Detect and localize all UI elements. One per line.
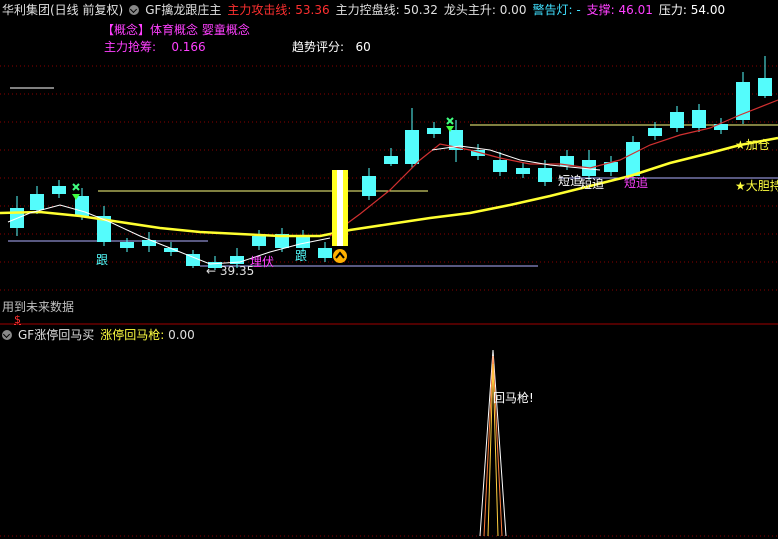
fund-line: 主力抢筹: 0.166 [104,40,206,54]
candle-body [120,242,134,248]
main-header: 华利集团(日线 前复权) GF擒龙跟庄主 主力攻击线: 53.36 主力控盘线:… [2,1,725,18]
concept-line: 【概念】体育概念 婴童概念 [102,21,250,38]
header-item: 支撑: 46.01 [586,3,653,17]
low-price-label: ← 39.35 [206,264,255,278]
dollar-marker[interactable]: $ [14,313,21,326]
header-item: 压力: 54.00 [658,3,726,17]
header-item: 主力控盘线: 50.32 [335,3,438,17]
sub-line-item: 涨停回马枪: 0.00 [100,328,195,342]
candle-body [427,128,441,134]
signal-dadan: ★大胆持 [735,179,778,193]
future-data-note: 用到未来数据 [2,300,75,314]
candle-body [52,186,66,194]
candle-body [252,236,266,246]
header-item: 龙头主升: 0.00 [443,3,527,17]
signal-gen-2: 跟 [295,249,308,263]
candle-body [626,142,640,176]
signal-jiacang: ★加仓 [735,138,770,152]
indicator-name[interactable]: GF擒龙跟庄主 [145,1,221,18]
candle-body [186,254,200,266]
chart-canvas [0,56,778,537]
candle-body [648,128,662,136]
candlesticks [10,56,772,270]
signal-duanzhui-3: 短追 [624,176,649,190]
signal-maifu: 埋伏 [250,255,275,269]
candle-body [384,156,398,164]
header-item: 警告灯: - [532,3,581,17]
sub-header: GF涨停回马买 涨停回马枪: 0.00 [2,326,195,343]
up-arrow-icon [333,249,347,263]
ma-yellow-line [0,136,778,238]
trend-line: 趋势评分: 60 [292,40,371,54]
indicator-dropdown-icon[interactable] [129,4,140,15]
candle-body [405,130,419,164]
candle-body [758,78,772,96]
signal-gen-1: 跟 [96,253,109,267]
peak-label: 回马枪! [493,391,534,405]
candle-body [362,176,376,196]
buy-marker-icon [72,117,454,191]
header-item: 主力攻击线: 53.36 [227,3,330,17]
candle-body [516,168,530,174]
stock-name[interactable]: 华利集团(日线 前复权) [2,1,123,18]
concept-text: 体育概念 婴童概念 [150,23,250,37]
candle-body [692,110,706,128]
sub-indicator-dropdown-icon[interactable] [2,329,12,340]
candle-body [30,194,44,210]
candle-body [142,240,156,246]
candle-body [538,168,552,182]
signal-duanzhui-1: 短追 [558,174,583,188]
concept-tag: 【概念】 [102,23,151,37]
red-line [329,99,778,237]
candle-body [670,112,684,128]
candle-body [318,248,332,258]
candle-body [493,160,507,172]
sub-indicator-name[interactable]: GF涨停回马买 [18,326,94,343]
signal-duanzhui-2: 短追 [580,177,605,191]
